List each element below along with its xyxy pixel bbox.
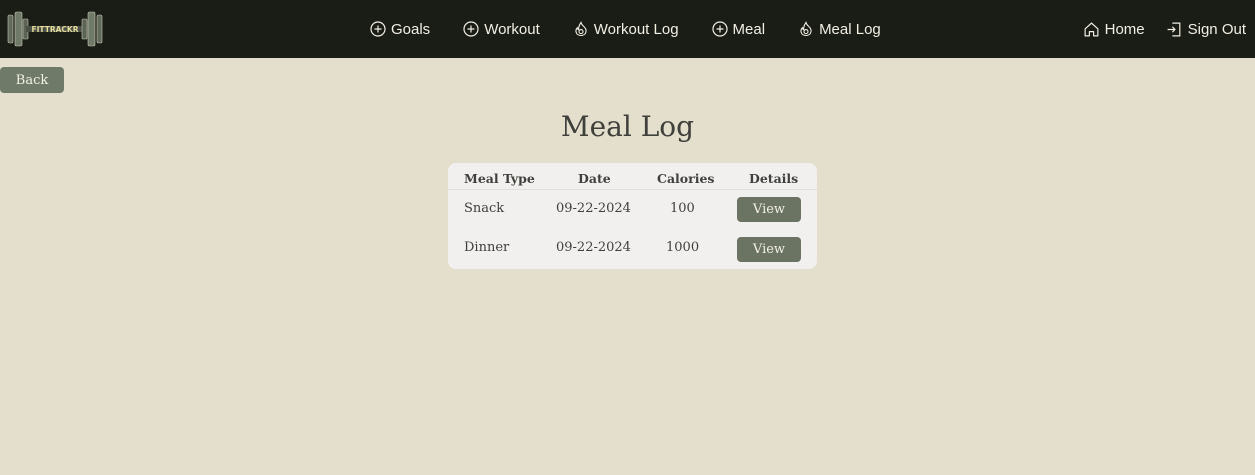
header-date: Date	[578, 171, 611, 186]
meal-log-table: Meal Type Date Calories Details Snack 09…	[448, 163, 817, 269]
date-cell: 09-22-2024	[556, 201, 631, 216]
nav-workout-label: Workout	[484, 20, 540, 38]
nav-home[interactable]: Home	[1083, 21, 1145, 38]
nav-meal-log-label: Meal Log	[819, 20, 881, 38]
nav-sign-out-label: Sign Out	[1187, 20, 1246, 38]
primary-nav: Goals Workout Workout Log Meal Meal Log	[370, 0, 914, 58]
nav-sign-out[interactable]: Sign Out	[1166, 21, 1246, 38]
nav-meal[interactable]: Meal	[711, 20, 766, 38]
fire-icon	[800, 21, 812, 37]
nav-goals-label: Goals	[391, 20, 431, 38]
meal-type-cell: Dinner	[464, 240, 510, 255]
plus-circle-icon	[370, 21, 386, 37]
header-meal-type: Meal Type	[464, 171, 535, 186]
meal-type-cell: Snack	[464, 201, 505, 216]
nav-workout-log[interactable]: Workout Log	[573, 21, 679, 38]
header-divider	[448, 189, 817, 190]
fire-icon	[575, 21, 587, 37]
plus-circle-icon	[463, 21, 479, 37]
header-calories: Calories	[657, 171, 715, 186]
nav-workout-log-label: Workout Log	[593, 20, 679, 38]
calories-cell: 100	[670, 201, 695, 216]
nav-meal-log[interactable]: Meal Log	[798, 21, 881, 38]
logo-graphic: FITTRACKR	[7, 11, 103, 47]
nav-goals[interactable]: Goals	[370, 21, 430, 38]
date-cell: 09-22-2024	[556, 240, 631, 255]
top-navbar: FITTRACKR Goals Workout Workout Log Meal…	[0, 0, 1255, 58]
account-nav: Home Sign Out	[1062, 0, 1246, 58]
plus-circle-icon	[711, 21, 728, 37]
fittrackr-logo[interactable]: FITTRACKR	[6, 10, 104, 48]
nav-home-label: Home	[1104, 20, 1145, 38]
view-button[interactable]: View	[737, 237, 801, 262]
sign-out-icon	[1167, 22, 1181, 36]
page-title: Meal Log	[560, 110, 695, 143]
view-button[interactable]: View	[737, 197, 801, 222]
calories-cell: 1000	[666, 240, 700, 255]
header-details: Details	[749, 171, 799, 186]
svg-text:FITTRACKR: FITTRACKR	[32, 25, 79, 34]
nav-meal-label: Meal	[732, 20, 766, 38]
home-icon	[1084, 22, 1099, 36]
nav-workout[interactable]: Workout	[463, 21, 540, 38]
back-button[interactable]: Back	[0, 67, 64, 93]
